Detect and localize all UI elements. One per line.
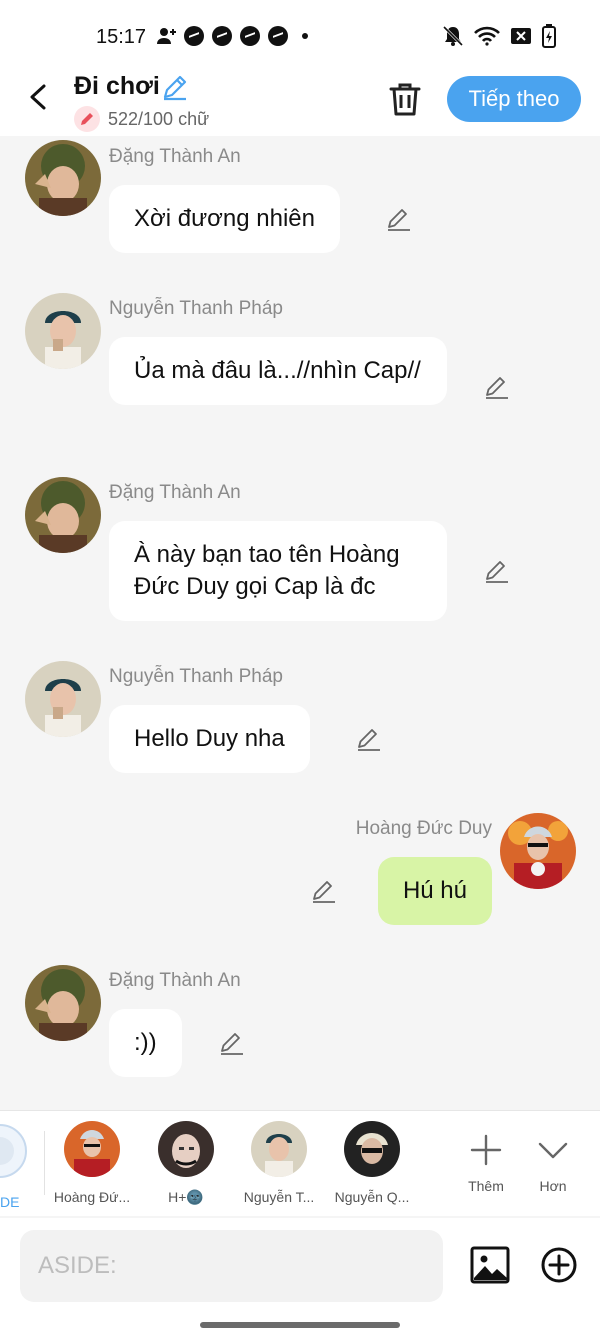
strip-contact[interactable]: H+🌚 — [138, 1121, 234, 1206]
wifi-icon — [474, 26, 500, 46]
sender-name: Nguyễn Thanh Pháp — [109, 298, 283, 319]
messenger-icon — [212, 26, 232, 46]
contact-name: Nguyễn T... — [243, 1189, 315, 1205]
next-button[interactable]: Tiếp theo — [447, 76, 581, 122]
avatar[interactable] — [25, 140, 101, 216]
messenger-icon — [240, 26, 260, 46]
counter-text: 522/100 chữ — [108, 108, 210, 129]
message-bubble[interactable]: :)) — [109, 1009, 182, 1077]
sender-name: Hoàng Đức Duy — [355, 818, 492, 839]
strip-contact[interactable]: Hoàng Đứ... — [44, 1121, 140, 1205]
strip-item-label: DE — [0, 1194, 20, 1210]
messenger-icon — [184, 26, 204, 46]
more-button[interactable]: Hơn — [523, 1133, 583, 1194]
contact-name: H+🌚 — [168, 1189, 204, 1205]
avatar[interactable] — [500, 813, 576, 889]
contact-avatar — [158, 1121, 214, 1177]
sender-name: Nguyễn Thanh Pháp — [109, 666, 283, 687]
contact-avatar — [251, 1121, 307, 1177]
status-bar: 15:17 — [0, 0, 600, 68]
more-notifications-dot — [302, 33, 308, 39]
add-contact-icon — [157, 28, 176, 44]
edit-message-icon[interactable] — [483, 557, 511, 585]
edit-message-icon[interactable] — [385, 205, 413, 233]
add-label: Thêm — [468, 1178, 504, 1194]
aside-icon — [0, 1124, 27, 1178]
character-strip: DE Hoàng Đứ... H+🌚 Nguyễn T... Nguyễn Q.… — [0, 1110, 600, 1216]
edit-title-icon[interactable] — [160, 72, 190, 102]
pencil-icon — [74, 106, 100, 132]
contact-avatar — [64, 1121, 120, 1177]
edit-message-icon[interactable] — [355, 725, 383, 753]
avatar[interactable] — [25, 293, 101, 369]
sender-name: Đặng Thành An — [109, 482, 241, 503]
contact-name: Nguyễn Q... — [334, 1189, 410, 1205]
edit-message-icon[interactable] — [310, 877, 338, 905]
message-input[interactable] — [20, 1230, 443, 1302]
strip-item-aside[interactable]: DE — [0, 1121, 28, 1211]
message-bubble[interactable]: Hello Duy nha — [109, 705, 310, 773]
status-time: 15:17 — [96, 26, 147, 48]
sender-name: Đặng Thành An — [109, 146, 241, 167]
sender-name: Đặng Thành An — [109, 970, 241, 991]
app-header: Đi chơi 522/100 chữ Tiếp theo — [0, 68, 600, 136]
plus-icon — [470, 1134, 502, 1166]
strip-contact[interactable]: Nguyễn Q... — [324, 1121, 420, 1205]
status-system-icons — [442, 24, 556, 48]
battery-charging-icon — [542, 24, 556, 48]
message-bubble-own[interactable]: Hú hú — [377, 857, 492, 925]
compose-bar — [0, 1218, 600, 1340]
edit-message-icon[interactable] — [483, 373, 511, 401]
character-counter: 522/100 chữ — [74, 106, 209, 132]
message-bubble[interactable]: Ủa mà đâu là...//nhìn Cap// — [109, 337, 447, 405]
avatar[interactable] — [25, 661, 101, 737]
contact-name: Hoàng Đứ... — [53, 1189, 131, 1205]
no-signal-icon — [511, 28, 531, 44]
contact-avatar — [344, 1121, 400, 1177]
avatar[interactable] — [25, 477, 101, 553]
add-character-button[interactable]: Thêm — [456, 1133, 516, 1194]
messenger-icon — [268, 26, 288, 46]
trash-icon[interactable] — [386, 80, 424, 118]
add-circle-icon[interactable] — [540, 1246, 578, 1284]
page-title: Đi chơi — [74, 72, 160, 100]
message-bubble[interactable]: Xời đương nhiên — [109, 185, 340, 253]
bell-muted-icon — [442, 25, 464, 47]
more-label: Hơn — [539, 1178, 567, 1194]
edit-message-icon[interactable] — [218, 1029, 246, 1057]
avatar[interactable] — [25, 965, 101, 1041]
chevron-down-icon — [538, 1142, 568, 1159]
home-indicator[interactable] — [200, 1322, 400, 1328]
strip-contact[interactable]: Nguyễn T... — [231, 1121, 327, 1205]
image-icon[interactable] — [470, 1246, 510, 1284]
status-notification-icons — [156, 26, 308, 46]
message-bubble[interactable]: À này bạn tao tên Hoàng Đức Duy gọi Cap … — [109, 521, 447, 621]
back-arrow-icon[interactable] — [24, 82, 54, 112]
